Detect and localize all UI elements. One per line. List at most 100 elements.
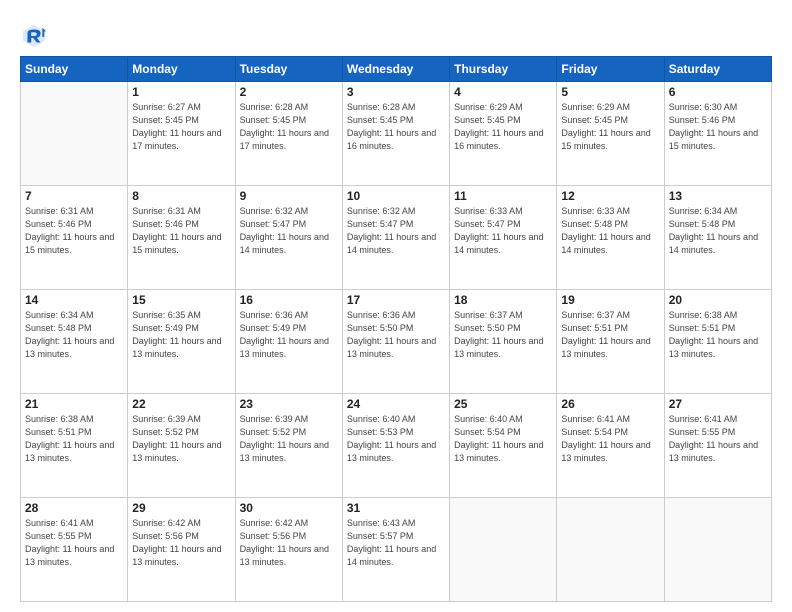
calendar-cell: 14 Sunrise: 6:34 AMSunset: 5:48 PMDayligh… — [21, 290, 128, 394]
day-number: 11 — [454, 189, 552, 203]
weekday-header: Friday — [557, 57, 664, 82]
calendar-cell: 12 Sunrise: 6:33 AMSunset: 5:48 PMDayligh… — [557, 186, 664, 290]
calendar-cell: 29 Sunrise: 6:42 AMSunset: 5:56 PMDayligh… — [128, 498, 235, 602]
calendar-cell — [557, 498, 664, 602]
day-info: Sunrise: 6:40 AMSunset: 5:54 PMDaylight:… — [454, 413, 552, 465]
day-number: 22 — [132, 397, 230, 411]
day-number: 10 — [347, 189, 445, 203]
calendar-cell: 20 Sunrise: 6:38 AMSunset: 5:51 PMDayligh… — [664, 290, 771, 394]
calendar-cell: 11 Sunrise: 6:33 AMSunset: 5:47 PMDayligh… — [450, 186, 557, 290]
day-info: Sunrise: 6:34 AMSunset: 5:48 PMDaylight:… — [25, 309, 123, 361]
day-number: 18 — [454, 293, 552, 307]
day-number: 23 — [240, 397, 338, 411]
day-number: 30 — [240, 501, 338, 515]
day-info: Sunrise: 6:29 AMSunset: 5:45 PMDaylight:… — [561, 101, 659, 153]
calendar-cell: 28 Sunrise: 6:41 AMSunset: 5:55 PMDayligh… — [21, 498, 128, 602]
calendar-cell: 24 Sunrise: 6:40 AMSunset: 5:53 PMDayligh… — [342, 394, 449, 498]
day-number: 24 — [347, 397, 445, 411]
day-number: 2 — [240, 85, 338, 99]
weekday-header: Wednesday — [342, 57, 449, 82]
day-info: Sunrise: 6:37 AMSunset: 5:50 PMDaylight:… — [454, 309, 552, 361]
day-info: Sunrise: 6:36 AMSunset: 5:49 PMDaylight:… — [240, 309, 338, 361]
day-number: 20 — [669, 293, 767, 307]
day-info: Sunrise: 6:30 AMSunset: 5:46 PMDaylight:… — [669, 101, 767, 153]
calendar-cell: 25 Sunrise: 6:40 AMSunset: 5:54 PMDayligh… — [450, 394, 557, 498]
calendar-cell: 5 Sunrise: 6:29 AMSunset: 5:45 PMDaylight… — [557, 82, 664, 186]
day-number: 31 — [347, 501, 445, 515]
calendar-cell: 8 Sunrise: 6:31 AMSunset: 5:46 PMDaylight… — [128, 186, 235, 290]
day-number: 15 — [132, 293, 230, 307]
day-info: Sunrise: 6:36 AMSunset: 5:50 PMDaylight:… — [347, 309, 445, 361]
day-info: Sunrise: 6:41 AMSunset: 5:55 PMDaylight:… — [25, 517, 123, 569]
calendar-cell — [450, 498, 557, 602]
day-number: 28 — [25, 501, 123, 515]
day-number: 3 — [347, 85, 445, 99]
calendar-cell — [664, 498, 771, 602]
day-info: Sunrise: 6:33 AMSunset: 5:48 PMDaylight:… — [561, 205, 659, 257]
day-info: Sunrise: 6:41 AMSunset: 5:55 PMDaylight:… — [669, 413, 767, 465]
calendar-cell: 18 Sunrise: 6:37 AMSunset: 5:50 PMDayligh… — [450, 290, 557, 394]
day-info: Sunrise: 6:41 AMSunset: 5:54 PMDaylight:… — [561, 413, 659, 465]
day-number: 14 — [25, 293, 123, 307]
calendar-cell: 6 Sunrise: 6:30 AMSunset: 5:46 PMDaylight… — [664, 82, 771, 186]
calendar-cell — [21, 82, 128, 186]
day-number: 9 — [240, 189, 338, 203]
day-number: 6 — [669, 85, 767, 99]
calendar-cell: 17Sunrise: 6:36 AMSunset: 5:50 PMDayligh… — [342, 290, 449, 394]
calendar-cell: 9 Sunrise: 6:32 AMSunset: 5:47 PMDaylight… — [235, 186, 342, 290]
day-number: 26 — [561, 397, 659, 411]
day-info: Sunrise: 6:43 AMSunset: 5:57 PMDaylight:… — [347, 517, 445, 569]
day-number: 19 — [561, 293, 659, 307]
calendar-cell: 19 Sunrise: 6:37 AMSunset: 5:51 PMDayligh… — [557, 290, 664, 394]
calendar-cell: 21Sunrise: 6:38 AMSunset: 5:51 PMDayligh… — [21, 394, 128, 498]
day-info: Sunrise: 6:27 AMSunset: 5:45 PMDaylight:… — [132, 101, 230, 153]
calendar-cell: 30 Sunrise: 6:42 AMSunset: 5:56 PMDayligh… — [235, 498, 342, 602]
calendar-cell: 31 Sunrise: 6:43 AMSunset: 5:57 PMDayligh… — [342, 498, 449, 602]
day-number: 1 — [132, 85, 230, 99]
calendar-cell: 26 Sunrise: 6:41 AMSunset: 5:54 PMDayligh… — [557, 394, 664, 498]
day-info: Sunrise: 6:28 AMSunset: 5:45 PMDaylight:… — [347, 101, 445, 153]
day-info: Sunrise: 6:34 AMSunset: 5:48 PMDaylight:… — [669, 205, 767, 257]
day-info: Sunrise: 6:28 AMSunset: 5:45 PMDaylight:… — [240, 101, 338, 153]
day-info: Sunrise: 6:42 AMSunset: 5:56 PMDaylight:… — [240, 517, 338, 569]
day-number: 27 — [669, 397, 767, 411]
day-number: 29 — [132, 501, 230, 515]
day-info: Sunrise: 6:37 AMSunset: 5:51 PMDaylight:… — [561, 309, 659, 361]
weekday-header: Sunday — [21, 57, 128, 82]
day-info: Sunrise: 6:40 AMSunset: 5:53 PMDaylight:… — [347, 413, 445, 465]
calendar-cell: 23 Sunrise: 6:39 AMSunset: 5:52 PMDayligh… — [235, 394, 342, 498]
day-info: Sunrise: 6:31 AMSunset: 5:46 PMDaylight:… — [25, 205, 123, 257]
calendar-cell: 4Sunrise: 6:29 AMSunset: 5:45 PMDaylight… — [450, 82, 557, 186]
day-info: Sunrise: 6:39 AMSunset: 5:52 PMDaylight:… — [240, 413, 338, 465]
calendar-cell: 10 Sunrise: 6:32 AMSunset: 5:47 PMDayligh… — [342, 186, 449, 290]
day-number: 25 — [454, 397, 552, 411]
calendar-cell: 1 Sunrise: 6:27 AMSunset: 5:45 PMDaylight… — [128, 82, 235, 186]
calendar-cell: 7 Sunrise: 6:31 AMSunset: 5:46 PMDaylight… — [21, 186, 128, 290]
day-number: 7 — [25, 189, 123, 203]
day-info: Sunrise: 6:42 AMSunset: 5:56 PMDaylight:… — [132, 517, 230, 569]
day-number: 8 — [132, 189, 230, 203]
day-number: 13 — [669, 189, 767, 203]
weekday-header: Monday — [128, 57, 235, 82]
day-info: Sunrise: 6:38 AMSunset: 5:51 PMDaylight:… — [25, 413, 123, 465]
day-info: Sunrise: 6:32 AMSunset: 5:47 PMDaylight:… — [240, 205, 338, 257]
day-number: 12 — [561, 189, 659, 203]
calendar-cell: 15 Sunrise: 6:35 AMSunset: 5:49 PMDayligh… — [128, 290, 235, 394]
weekday-header: Tuesday — [235, 57, 342, 82]
day-info: Sunrise: 6:39 AMSunset: 5:52 PMDaylight:… — [132, 413, 230, 465]
weekday-header: Saturday — [664, 57, 771, 82]
header — [20, 18, 772, 50]
calendar-cell: 22 Sunrise: 6:39 AMSunset: 5:52 PMDayligh… — [128, 394, 235, 498]
calendar-cell: 27 Sunrise: 6:41 AMSunset: 5:55 PMDayligh… — [664, 394, 771, 498]
day-info: Sunrise: 6:32 AMSunset: 5:47 PMDaylight:… — [347, 205, 445, 257]
calendar-cell: 2 Sunrise: 6:28 AMSunset: 5:45 PMDaylight… — [235, 82, 342, 186]
logo — [20, 22, 52, 50]
day-info: Sunrise: 6:31 AMSunset: 5:46 PMDaylight:… — [132, 205, 230, 257]
day-info: Sunrise: 6:38 AMSunset: 5:51 PMDaylight:… — [669, 309, 767, 361]
calendar-cell: 16Sunrise: 6:36 AMSunset: 5:49 PMDayligh… — [235, 290, 342, 394]
day-number: 4 — [454, 85, 552, 99]
day-info: Sunrise: 6:35 AMSunset: 5:49 PMDaylight:… — [132, 309, 230, 361]
day-number: 5 — [561, 85, 659, 99]
day-info: Sunrise: 6:33 AMSunset: 5:47 PMDaylight:… — [454, 205, 552, 257]
calendar-table: SundayMondayTuesdayWednesdayThursdayFrid… — [20, 56, 772, 602]
